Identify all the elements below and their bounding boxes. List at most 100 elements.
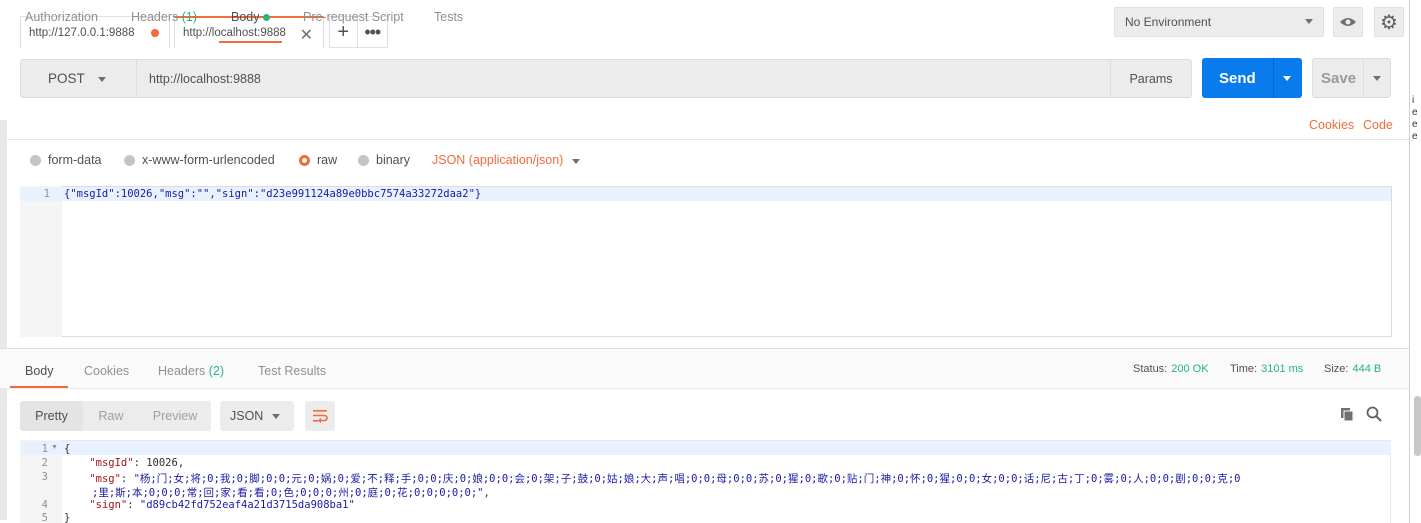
editor-gutter — [20, 186, 62, 337]
url-value: http://localhost:9888 — [149, 71, 261, 86]
tab-response-body[interactable]: Body — [25, 364, 54, 378]
response-time: Time: 3101 ms — [1230, 363, 1303, 375]
wrap-lines-button[interactable] — [305, 401, 335, 431]
format-raw-button[interactable]: Raw — [83, 401, 139, 431]
radio-raw-label: raw — [317, 153, 338, 167]
gear-icon: ⚙ — [1380, 11, 1398, 34]
json-key: "msgId" — [89, 457, 134, 469]
params-button[interactable]: Params — [1110, 59, 1192, 98]
content-type-select[interactable]: JSON (application/json) — [432, 153, 563, 167]
url-input[interactable]: http://localhost:9888 — [136, 59, 1112, 98]
response-format-group: Pretty Raw Preview — [20, 401, 211, 431]
line-number: 1 — [43, 188, 50, 200]
response-line-5: } — [64, 512, 71, 523]
search-button[interactable] — [1366, 406, 1382, 425]
response-language-label: JSON — [230, 409, 264, 423]
response-line-3: "msg": "杨;门;女;将;0;我;0;脚;0;0;元;0;娲;0;爱;不;… — [64, 471, 1240, 486]
radio-urlencoded[interactable]: x-www-form-urlencoded — [124, 152, 275, 168]
send-split-divider — [1273, 58, 1274, 98]
right-scrollbar[interactable] — [1414, 396, 1421, 456]
request-body-code[interactable]: {"msgId":10026,"msg":"","sign":"d23e9911… — [64, 188, 481, 200]
json-key: "sign" — [89, 499, 128, 511]
format-pretty-button[interactable]: Pretty — [20, 401, 83, 431]
tab-authorization[interactable]: Authorization — [25, 10, 98, 34]
body-indicator-dot — [262, 14, 270, 22]
environment-select[interactable]: No Environment — [1114, 7, 1324, 37]
wrap-icon — [313, 410, 328, 423]
active-line-highlight — [20, 441, 1391, 455]
cookies-link[interactable]: Cookies — [1309, 118, 1354, 132]
tab-body[interactable]: Body — [219, 10, 282, 43]
send-label: Send — [1219, 69, 1256, 87]
save-button[interactable]: Save — [1312, 58, 1391, 98]
tab-tests[interactable]: Tests — [434, 10, 463, 34]
method-select[interactable]: POST — [20, 59, 137, 98]
request-body-editor[interactable] — [20, 186, 1392, 337]
radio-binary[interactable]: binary — [358, 152, 410, 168]
status-value: 200 OK — [1171, 363, 1209, 375]
tab-response-cookies[interactable]: Cookies — [84, 364, 129, 378]
line-number: 2 — [41, 457, 48, 469]
tab-test-results[interactable]: Test Results — [258, 364, 326, 378]
response-line-4: "sign": "d89cb42fd752eaf4a21d3715da908ba… — [64, 499, 355, 511]
params-label: Params — [1129, 71, 1173, 86]
status-label: Status: — [1133, 363, 1168, 375]
response-language-select[interactable]: JSON — [220, 401, 294, 431]
chevron-down-icon[interactable] — [572, 159, 580, 164]
json-value-continued: ;里;斯;本;0;0;0;常;回;家;看;看;0;色;0;0;0;州;0;庭;0… — [92, 487, 484, 499]
json-value: "d89cb42fd752eaf4a21d3715da908ba1" — [139, 499, 355, 511]
save-label: Save — [1321, 69, 1357, 87]
eye-icon — [1340, 18, 1356, 26]
line-number: 4 — [41, 499, 48, 511]
radio-binary-label: binary — [376, 153, 411, 167]
tab-headers-count: (1) — [181, 10, 198, 24]
copy-icon — [1341, 408, 1354, 422]
save-split-divider — [1363, 59, 1364, 97]
time-label: Time: — [1230, 363, 1258, 375]
environment-select-label: No Environment — [1125, 15, 1212, 29]
time-value: 3101 ms — [1261, 363, 1304, 375]
size-label: Size: — [1324, 363, 1349, 375]
request-subtabs — [0, 106, 1409, 140]
tab-response-headers[interactable]: Headers (2) — [158, 364, 224, 378]
radio-form-data[interactable]: form-data — [30, 152, 102, 168]
size-value: 444 B — [1352, 363, 1382, 375]
response-line-2: "msgId": 10026, — [64, 457, 184, 469]
radio-circle — [358, 154, 369, 166]
json-sep: : — [120, 473, 134, 485]
response-size: Size: 444 B — [1324, 363, 1381, 375]
response-line-3-continuation: ;里;斯;本;0;0;0;常;回;家;看;看;0;色;0;0;0;州;0;庭;0… — [92, 485, 490, 500]
json-tail: , — [483, 487, 490, 499]
window-divider — [1409, 0, 1410, 523]
active-tab-underline — [10, 386, 68, 388]
tab-headers[interactable]: Headers (1) — [131, 10, 197, 34]
chevron-down-icon — [1305, 19, 1313, 24]
tab-headers-label: Headers — [131, 10, 179, 24]
format-preview-button[interactable]: Preview — [139, 401, 211, 431]
copy-button[interactable] — [1340, 407, 1354, 425]
chevron-down-icon[interactable] — [1283, 76, 1291, 81]
chevron-down-icon[interactable] — [1373, 76, 1381, 81]
radio-circle — [124, 154, 135, 166]
response-line-1: { — [64, 443, 71, 455]
radio-urlencoded-label: x-www-form-urlencoded — [142, 153, 275, 167]
send-button[interactable]: Send — [1202, 58, 1302, 98]
code-link[interactable]: Code — [1363, 118, 1393, 132]
response-status: Status: 200 OK — [1133, 363, 1209, 375]
radio-circle — [30, 154, 41, 166]
fold-chevron-down-icon[interactable]: ▼ — [51, 444, 58, 451]
left-scrollbar[interactable] — [0, 120, 7, 520]
json-key: "msg" — [89, 473, 121, 485]
line-number: 5 — [41, 512, 48, 523]
settings-button[interactable]: ⚙ — [1374, 7, 1404, 37]
search-icon — [1366, 406, 1382, 422]
chevron-down-icon — [98, 77, 106, 82]
environment-quick-look-button[interactable] — [1333, 7, 1363, 37]
tab-response-headers-count: (2) — [208, 364, 225, 378]
radio-circle-selected — [299, 154, 310, 166]
chevron-down-icon — [272, 414, 280, 419]
json-sep: : — [127, 499, 140, 511]
radio-raw[interactable]: raw — [299, 152, 337, 168]
tab-prerequest-script[interactable]: Pre-request Script — [303, 10, 404, 34]
line-number: 1 — [41, 443, 48, 455]
